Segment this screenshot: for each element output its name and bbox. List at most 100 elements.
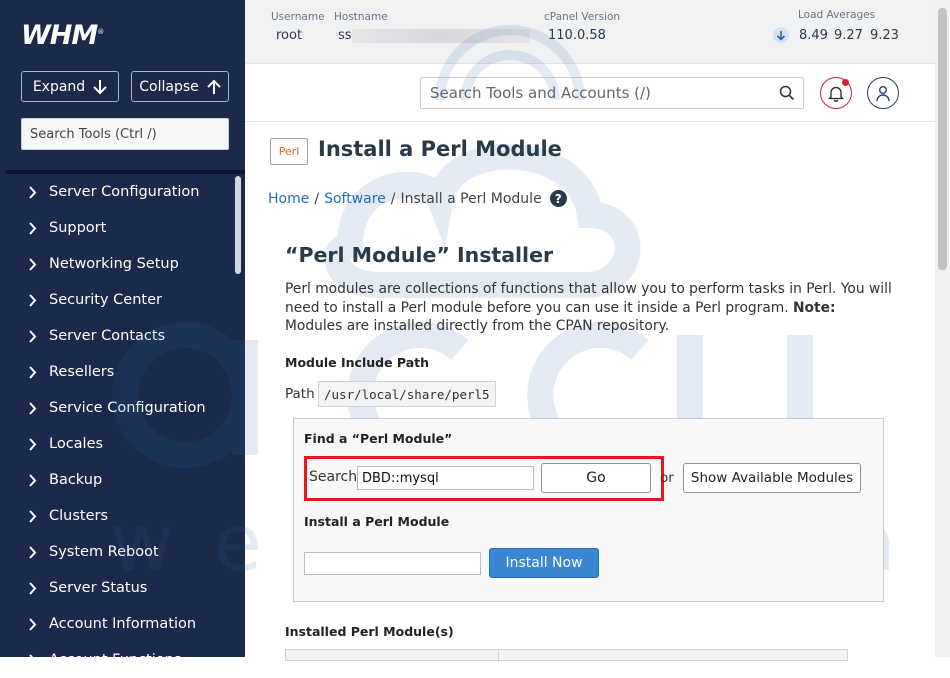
load-average-15: 9.23 — [870, 28, 899, 43]
chevron-right-icon — [28, 617, 37, 631]
sidebar-item-service-configuration[interactable]: Service Configuration — [0, 390, 232, 426]
chevron-right-icon — [28, 221, 37, 235]
include-path-heading: Module Include Path — [285, 355, 430, 370]
sidebar-item-clusters[interactable]: Clusters — [0, 498, 232, 534]
note-text: Modules are installed directly from the … — [285, 318, 670, 334]
chevron-right-icon — [28, 293, 37, 307]
sidebar-nav: Server Configuration Support Networking … — [0, 174, 232, 678]
installed-modules-heading: Installed Perl Module(s) — [285, 624, 454, 639]
sidebar-item-server-contacts[interactable]: Server Contacts — [0, 318, 232, 354]
chevron-right-icon — [28, 185, 37, 199]
note-label: Note: — [793, 299, 836, 316]
user-icon — [876, 85, 890, 101]
chevron-right-icon — [28, 329, 37, 343]
sidebar-item-backup[interactable]: Backup — [0, 462, 232, 498]
go-button[interactable]: Go — [541, 463, 651, 493]
username-label: Username — [271, 11, 325, 23]
hostname-label: Hostname — [334, 11, 388, 23]
sidebar-item-resellers[interactable]: Resellers — [0, 354, 232, 390]
bell-icon — [828, 86, 844, 102]
sidebar-item-label: Service Configuration — [49, 400, 206, 416]
sidebar-item-server-status[interactable]: Server Status — [0, 570, 232, 606]
chevron-right-icon — [28, 653, 37, 667]
notifications-button[interactable] — [820, 77, 852, 109]
load-average-1: 8.49 — [799, 28, 828, 43]
sidebar-item-label: Support — [49, 220, 107, 236]
arrow-down-icon — [93, 79, 107, 94]
table-column-divider — [498, 650, 499, 662]
breadcrumb-current: Install a Perl Module — [400, 190, 542, 207]
sidebar-item-support[interactable]: Support — [0, 210, 232, 246]
chevron-right-icon — [28, 509, 37, 523]
chevron-right-icon — [28, 473, 37, 487]
chevron-right-icon — [28, 545, 37, 559]
header — [245, 64, 935, 122]
cpanel-version-value: 110.0.58 — [548, 28, 606, 43]
whm-logo[interactable]: WHM® — [21, 20, 104, 51]
chevron-right-icon — [28, 437, 37, 451]
show-available-modules-button[interactable]: Show Available Modules — [683, 463, 861, 493]
sidebar-item-label: Server Configuration — [49, 184, 200, 200]
module-search-input[interactable] — [357, 466, 534, 490]
global-search-input[interactable] — [421, 78, 771, 108]
breadcrumb-separator: / — [390, 190, 396, 207]
page-scrollbar-thumb[interactable] — [938, 8, 947, 270]
collapse-button-label: Collapse — [139, 78, 199, 95]
sidebar-item-label: Clusters — [49, 508, 109, 524]
user-menu-button[interactable] — [867, 77, 899, 109]
module-search-label: Search — [309, 469, 358, 485]
arrow-up-icon — [207, 79, 221, 94]
expand-button-label: Expand — [32, 78, 86, 95]
collapse-button[interactable]: Collapse — [131, 71, 229, 102]
sidebar-item-networking-setup[interactable]: Networking Setup — [0, 246, 232, 282]
breadcrumb-software[interactable]: Software — [324, 191, 386, 207]
sidebar-item-label: Server Contacts — [49, 328, 166, 344]
sidebar: WHM® Expand Collapse Server Configuratio… — [0, 0, 245, 668]
help-icon[interactable]: ? — [549, 190, 567, 207]
perl-icon: Perl — [270, 138, 308, 165]
installed-modules-table-header — [285, 649, 848, 662]
or-label: or — [660, 470, 674, 486]
expand-button[interactable]: Expand — [21, 71, 119, 102]
sidebar-search-input[interactable] — [21, 118, 229, 150]
sidebar-item-label: Account Information — [49, 616, 197, 632]
install-now-button[interactable]: Install Now — [489, 548, 599, 578]
sidebar-item-system-reboot[interactable]: System Reboot — [0, 534, 232, 570]
page-scrollbar[interactable] — [935, 0, 950, 657]
sidebar-item-locales[interactable]: Locales — [0, 426, 232, 462]
sidebar-item-label: System Reboot — [49, 544, 159, 560]
path-label: Path — [285, 386, 315, 402]
sidebar-item-label: Resellers — [49, 364, 115, 380]
global-search — [420, 77, 804, 109]
path-value: /usr/local/share/perl5 — [318, 381, 496, 407]
breadcrumb-home[interactable]: Home — [268, 191, 309, 207]
sidebar-item-account-functions[interactable]: Account Functions — [0, 642, 232, 678]
load-averages-label: Load Averages — [798, 9, 876, 21]
sidebar-item-server-configuration[interactable]: Server Configuration — [0, 174, 232, 210]
breadcrumb: Home / Software / Install a Perl Module … — [268, 190, 567, 207]
chevron-right-icon — [28, 365, 37, 379]
sidebar-scrollbar[interactable] — [235, 176, 241, 274]
installer-description: Perl modules are collections of function… — [285, 280, 897, 336]
load-average-5: 9.27 — [834, 28, 863, 43]
sidebar-item-label: Networking Setup — [49, 256, 179, 272]
breadcrumb-separator: / — [314, 190, 320, 207]
sidebar-item-account-information[interactable]: Account Information — [0, 606, 232, 642]
chevron-right-icon — [28, 581, 37, 595]
hostname-redaction — [352, 29, 530, 43]
sidebar-item-label: Account Functions — [49, 652, 182, 668]
notification-badge — [842, 79, 849, 86]
search-icon[interactable] — [779, 85, 795, 105]
install-module-heading: Install a Perl Module — [304, 514, 450, 529]
sidebar-item-label: Security Center — [49, 292, 162, 308]
sidebar-item-security-center[interactable]: Security Center — [0, 282, 232, 318]
install-module-input[interactable] — [304, 552, 481, 575]
server-info-bar: Username root Hostname ss cPanel Version… — [245, 0, 935, 64]
sidebar-item-label: Locales — [49, 436, 104, 452]
sidebar-item-label: Backup — [49, 472, 103, 488]
chevron-right-icon — [28, 401, 37, 415]
username-value: root — [276, 28, 303, 43]
hostname-value: ss — [338, 28, 352, 43]
cpanel-version-label: cPanel Version — [544, 11, 621, 23]
chevron-right-icon — [28, 257, 37, 271]
